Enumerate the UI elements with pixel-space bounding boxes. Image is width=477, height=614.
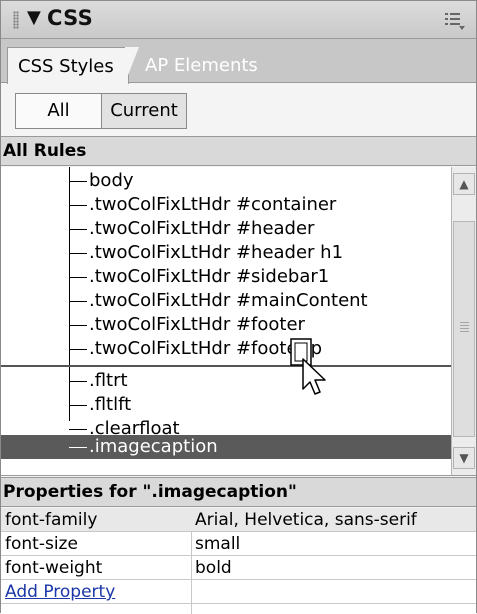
rules-tree[interactable]: body .twoColFixLtHdr #container .twoColF… (1, 167, 451, 476)
property-row[interactable]: font-size small (1, 532, 476, 556)
tree-branch-icon (69, 205, 87, 206)
css-panel: ▼ CSS CSS Styles AP Elements All Current… (0, 0, 477, 614)
scroll-down-icon[interactable]: ▼ (453, 447, 475, 469)
grip-icon[interactable] (13, 11, 19, 29)
tree-branch-icon (69, 381, 87, 382)
rule-item-selected[interactable]: .imagecaption (1, 435, 451, 459)
rule-item[interactable]: .twoColFixLtHdr #sidebar1 (1, 265, 451, 289)
panel-tabs: CSS Styles AP Elements (1, 39, 476, 84)
thumb-grip-icon (460, 322, 469, 334)
tree-branch-icon (69, 181, 87, 182)
property-name: font-size (5, 534, 78, 554)
all-button[interactable]: All (16, 94, 102, 128)
tree-branch-icon (69, 447, 87, 448)
tree-branch-icon (69, 301, 87, 302)
add-property-row[interactable]: Add Property (1, 580, 476, 604)
tab-css-styles[interactable]: CSS Styles (7, 47, 129, 84)
properties-grid: font-family Arial, Helvetica, sans-serif… (1, 508, 476, 614)
rule-item[interactable]: body (1, 169, 451, 193)
rule-item[interactable]: .twoColFixLtHdr #header h1 (1, 241, 451, 265)
scroll-thumb[interactable] (453, 221, 475, 437)
add-property-link[interactable]: Add Property (5, 580, 115, 604)
rule-item[interactable]: .fltrt (1, 369, 451, 393)
current-button[interactable]: Current (102, 94, 186, 128)
panel-title[interactable]: CSS (47, 6, 93, 30)
tree-branch-icon (69, 429, 87, 430)
property-name: font-family (5, 510, 98, 530)
tree-branch-icon (69, 277, 87, 278)
property-row[interactable]: font-weight bold (1, 556, 476, 580)
tree-branch-icon (69, 253, 87, 254)
drag-cursor-icon (290, 338, 326, 395)
rule-item[interactable]: .twoColFixLtHdr #footer p (1, 337, 451, 361)
tree-branch-icon (69, 325, 87, 326)
property-name: font-weight (5, 558, 103, 578)
rule-item[interactable]: .twoColFixLtHdr #header (1, 217, 451, 241)
options-menu-icon[interactable] (444, 11, 466, 31)
scroll-up-icon[interactable]: ▲ (453, 173, 475, 195)
collapse-arrow-icon[interactable]: ▼ (27, 7, 41, 28)
rule-item[interactable]: .twoColFixLtHdr #mainContent (1, 289, 451, 313)
mode-toggle: All Current (15, 93, 187, 129)
tree-branch-icon (69, 405, 87, 406)
all-rules-heading[interactable]: All Rules (1, 136, 476, 166)
property-value[interactable]: small (195, 532, 240, 556)
tree-branch-icon (69, 229, 87, 230)
rule-item[interactable]: .twoColFixLtHdr #footer (1, 313, 451, 337)
property-value[interactable]: bold (195, 556, 232, 580)
property-row[interactable]: font-family Arial, Helvetica, sans-serif (1, 508, 476, 532)
rule-item[interactable]: .fltlft (1, 393, 451, 417)
rules-scrollbar[interactable]: ▲ ▼ (451, 167, 476, 476)
rule-item[interactable]: .twoColFixLtHdr #container (1, 193, 451, 217)
properties-heading: Properties for ".imagecaption" (1, 477, 476, 507)
tab-ap-elements[interactable]: AP Elements (133, 47, 258, 81)
drag-insertion-line (1, 365, 451, 367)
property-value[interactable]: Arial, Helvetica, sans-serif (195, 508, 417, 532)
tree-branch-icon (69, 349, 87, 350)
panel-title-bar[interactable]: ▼ CSS (1, 1, 476, 39)
